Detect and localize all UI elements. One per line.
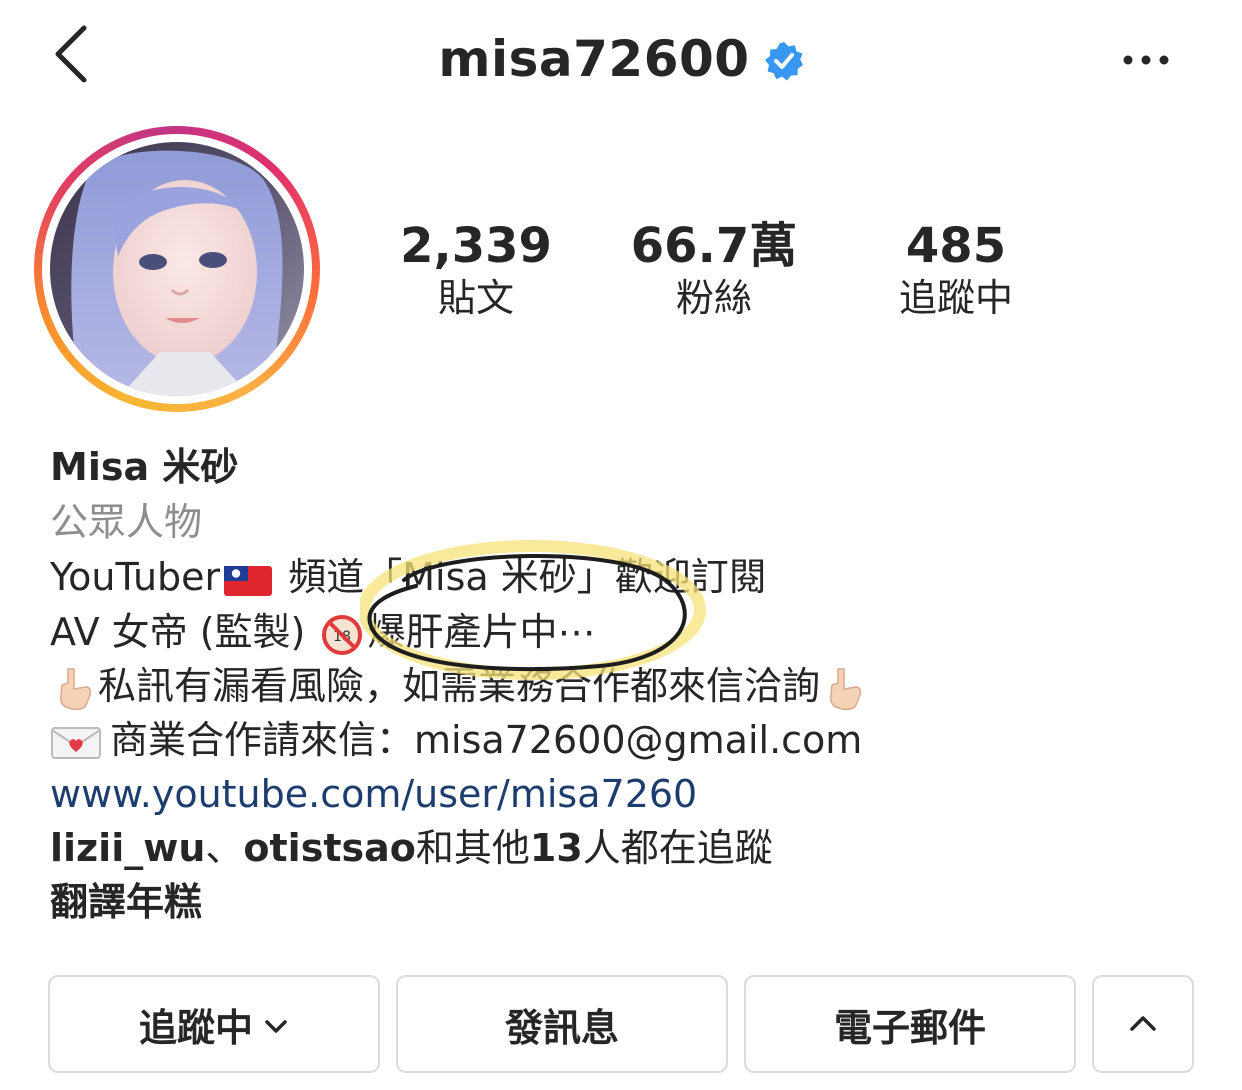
story-ring[interactable] xyxy=(34,126,320,412)
chevron-down-icon xyxy=(265,1020,287,1033)
profile-category: 公眾人物 xyxy=(50,500,203,544)
followers-count: 66.7萬 xyxy=(630,218,798,274)
suggested-accounts-toggle-button[interactable] xyxy=(1092,975,1194,1073)
profile-link[interactable]: www.youtube.com/user/misa7260 xyxy=(50,767,697,821)
message-button-label: 發訊息 xyxy=(504,1005,619,1050)
bio-line-1: YouTuber 頻道「Misa 米砂」歡迎訂閱 xyxy=(50,550,767,604)
header-title-bar: misa72600 xyxy=(0,26,1242,92)
posts-stat[interactable]: 2,339 貼文 xyxy=(366,218,586,322)
message-button[interactable]: 發訊息 xyxy=(396,975,728,1073)
bio-text: AV 女帝 (監製) xyxy=(50,610,318,654)
no-under-18-icon: 18 xyxy=(322,614,363,655)
following-button-label: 追蹤中 xyxy=(138,1005,253,1050)
follower-username[interactable]: lizii_wu xyxy=(50,826,205,870)
display-name: Misa 米砂 xyxy=(50,445,239,489)
followed-by-text: 和其他 xyxy=(415,826,530,870)
bio-text: YouTuber xyxy=(50,555,221,599)
bio-text: 商業合作請來信：misa72600@gmail.com xyxy=(110,718,863,762)
followed-by[interactable]: lizii_wu、otistsao和其他13人都在追蹤 xyxy=(50,821,773,875)
following-stat[interactable]: 485 追蹤中 xyxy=(846,218,1066,322)
bio-text: 私訊有漏看風險，如需業務合作都來信洽詢 xyxy=(98,664,821,708)
email-button[interactable]: 電子郵件 xyxy=(744,975,1076,1073)
following-label: 追蹤中 xyxy=(898,276,1013,320)
separator: 、 xyxy=(205,826,244,870)
taiwan-flag-icon xyxy=(224,565,273,596)
bio-text: 頻道「Misa 米砂」歡迎訂閱 xyxy=(276,555,767,599)
following-button[interactable]: 追蹤中 xyxy=(48,975,380,1073)
bio-text: 爆肝產片中⋯ xyxy=(367,610,596,654)
pointing-down-hand-icon xyxy=(60,667,92,710)
followed-by-count: 13 xyxy=(529,826,583,870)
profile-username: misa72600 xyxy=(438,30,750,88)
verified-badge-icon xyxy=(764,42,803,81)
following-count: 485 xyxy=(905,218,1007,274)
posts-label: 貼文 xyxy=(437,276,514,320)
bio-line-3: 私訊有漏看風險，如需業務合作都來信洽詢 xyxy=(50,659,868,713)
chevron-up-icon xyxy=(1130,1016,1156,1031)
posts-count: 2,339 xyxy=(400,218,552,274)
love-letter-icon xyxy=(51,726,101,759)
pointing-down-hand-icon xyxy=(830,667,862,710)
more-options-icon[interactable] xyxy=(1118,48,1174,72)
profile-avatar[interactable] xyxy=(50,142,304,396)
follower-username[interactable]: otistsao xyxy=(243,826,415,870)
bio-line-4: 商業合作請來信：misa72600@gmail.com xyxy=(50,713,862,767)
bio-line-2: AV 女帝 (監製) 18 爆肝產片中⋯ xyxy=(50,605,595,659)
followers-label: 粉絲 xyxy=(675,276,752,320)
followed-by-suffix: 人都在追蹤 xyxy=(582,826,773,870)
translate-bio-link[interactable]: 翻譯年糕 xyxy=(50,875,202,929)
followers-stat[interactable]: 66.7萬 粉絲 xyxy=(604,218,824,322)
email-button-label: 電子郵件 xyxy=(833,1005,986,1050)
